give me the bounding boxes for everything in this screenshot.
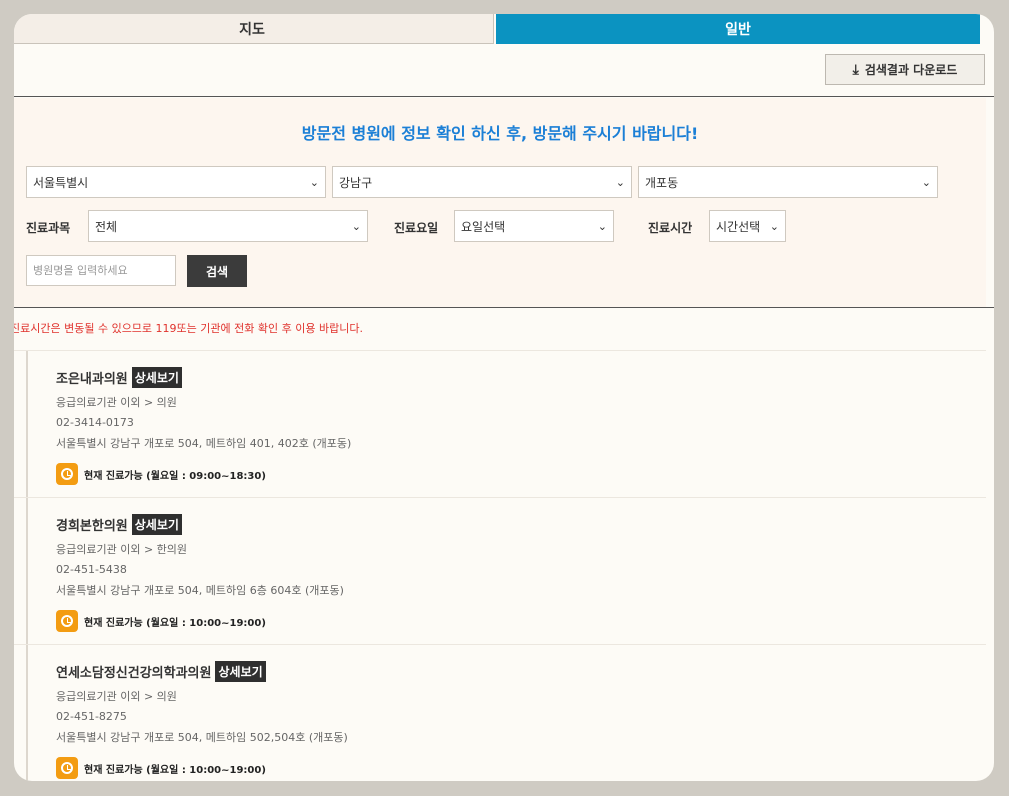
list-item-bar [26,498,28,644]
hospital-category: 응급의료기관 이외 > 의원 [56,396,177,409]
hours-warning: 진료시간은 변동될 수 있으므로 119또는 기관에 전화 확인 후 이용 바랍… [14,322,363,335]
dept-select-value: 전체 [95,219,118,234]
time-select-value: 시간선택 [716,219,761,234]
download-icon: ⤓ [852,61,859,78]
day-select[interactable]: 요일선택 ⌄ [454,210,614,242]
hospital-name[interactable]: 경희본한의원 [56,515,128,534]
hospital-phone: 02-451-5438 [56,563,127,576]
view-tabs: 지도 일반 [14,14,994,44]
list-item: 연세소담정신건강의학과의원 상세보기 응급의료기관 이외 > 의원 02-451… [14,644,986,781]
chevron-down-icon: ⌄ [921,175,931,189]
search-button[interactable]: 검색 [187,255,247,287]
hospital-address: 서울특별시 강남구 개포로 504, 메트하임 502,504호 (개포동) [56,731,348,744]
download-label: 검색결과 다운로드 [864,63,958,77]
list-item: 경희본한의원 상세보기 응급의료기관 이외 > 한의원 02-451-5438 … [14,497,986,644]
dept-label: 진료과목 [26,221,71,235]
chevron-down-icon: ⌄ [309,175,319,189]
hospital-status: 현재 진료가능 (월요일 : 10:00~19:00) [84,764,266,776]
time-label: 진료시간 [648,221,693,235]
hospital-category: 응급의료기관 이외 > 의원 [56,690,177,703]
day-select-value: 요일선택 [461,219,506,234]
detail-button[interactable]: 상세보기 [131,514,182,535]
clock-icon [56,463,78,485]
dept-select[interactable]: 전체 ⌄ [88,210,368,242]
hospital-list: 조은내과의원 상세보기 응급의료기관 이외 > 의원 02-3414-0173 … [14,350,986,781]
hospital-status: 현재 진료가능 (월요일 : 10:00~19:00) [84,617,266,629]
clock-icon [56,610,78,632]
download-results-button[interactable]: ⤓ 검색결과 다운로드 [825,54,985,85]
divider-top [14,96,994,97]
notice-title: 방문전 병원에 정보 확인 하신 후, 방문해 주시기 바랍니다! [301,124,699,143]
detail-button[interactable]: 상세보기 [131,367,182,388]
city-select-value: 서울특별시 [33,175,89,190]
hospital-status: 현재 진료가능 (월요일 : 09:00~18:30) [84,470,266,482]
hospital-name[interactable]: 연세소담정신건강의학과의원 [56,662,211,681]
list-item-bar [26,351,28,497]
list-item-bar [26,645,28,781]
app-frame: 지도 일반 ⤓ 검색결과 다운로드 방문전 병원에 정보 확인 하신 후, 방문… [14,14,994,781]
divider-bottom [14,307,994,308]
hospital-phone: 02-3414-0173 [56,416,134,429]
day-label: 진료요일 [394,221,439,235]
hospital-address: 서울특별시 강남구 개포로 504, 메트하임 6층 604호 (개포동) [56,584,344,597]
hospital-name[interactable]: 조은내과의원 [56,368,128,387]
clock-icon [56,757,78,779]
time-select[interactable]: 시간선택 ⌄ [709,210,786,242]
tab-general[interactable]: 일반 [496,14,980,44]
city-select[interactable]: 서울특별시 ⌄ [26,166,326,198]
detail-button[interactable]: 상세보기 [215,661,266,682]
dong-select[interactable]: 개포동 ⌄ [638,166,938,198]
hospital-phone: 02-451-8275 [56,710,127,723]
hospital-name-input[interactable] [26,255,176,286]
chevron-down-icon: ⌄ [351,219,361,233]
district-select-value: 강남구 [339,175,373,190]
hospital-category: 응급의료기관 이외 > 한의원 [56,543,188,556]
hospital-address: 서울특별시 강남구 개포로 504, 메트하임 401, 402호 (개포동) [56,437,352,450]
district-select[interactable]: 강남구 ⌄ [332,166,632,198]
chevron-down-icon: ⌄ [615,175,625,189]
chevron-down-icon: ⌄ [597,219,607,233]
tab-map[interactable]: 지도 [14,14,494,44]
list-item: 조은내과의원 상세보기 응급의료기관 이외 > 의원 02-3414-0173 … [14,350,986,497]
chevron-down-icon: ⌄ [769,219,779,233]
dong-select-value: 개포동 [645,175,679,190]
